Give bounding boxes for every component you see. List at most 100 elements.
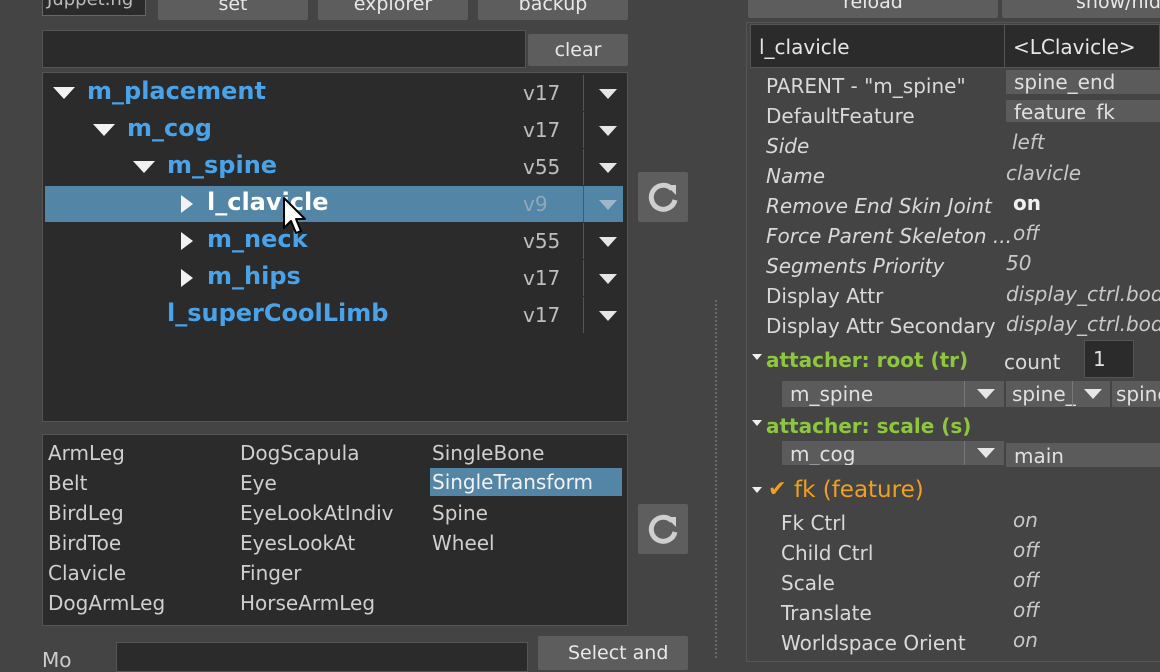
expand-icon[interactable] [93, 124, 115, 136]
component-tree: m_placement v17 m_cog v17 m_spine v55 l_… [42, 72, 628, 422]
tree-row-label: m_hips [207, 262, 301, 290]
tree-row-label: l_clavicle [207, 188, 329, 216]
default-feature-label: DefaultFeature [766, 104, 915, 128]
row-menu-icon[interactable] [599, 126, 617, 136]
tree-row-m-cog[interactable]: m_cog v17 [45, 112, 623, 148]
type-item[interactable]: Clavicle [48, 561, 126, 585]
component-type: <LClavicle> [1013, 35, 1136, 59]
set-button[interactable]: set [158, 0, 308, 20]
collapsed-icon[interactable] [181, 232, 193, 250]
feature-attr-value[interactable]: on [1013, 508, 1038, 532]
feature-title: fk (feature) [794, 477, 924, 503]
attacher-scale-combo[interactable]: m_cog [782, 441, 1004, 465]
backup-button[interactable]: backup [478, 0, 628, 20]
feature-attr-value[interactable]: on [1013, 628, 1038, 652]
attr-value-remove-end-skin-joint[interactable]: on [1013, 191, 1041, 215]
filter-input[interactable] [42, 30, 526, 68]
tree-row-divider [583, 149, 584, 185]
select-and-button-label: Select and [568, 642, 669, 664]
row-menu-icon[interactable] [599, 163, 617, 173]
combo-divider [964, 441, 965, 465]
row-menu-icon[interactable] [599, 89, 617, 99]
type-item[interactable]: EyeLookAtIndiv [240, 501, 393, 525]
type-item[interactable]: Finger [240, 561, 302, 585]
explorer-button[interactable]: explorer [318, 0, 468, 20]
feature-attr-value[interactable]: off [1013, 598, 1040, 622]
default-feature-field[interactable]: feature_fk [1006, 100, 1160, 122]
row-menu-icon[interactable] [599, 311, 617, 321]
type-item[interactable]: HorseArmLeg [240, 591, 375, 615]
feature-attr-value[interactable]: off [1013, 568, 1040, 592]
feature-attr-value[interactable]: off [1013, 538, 1040, 562]
tree-row-version: v55 [523, 229, 561, 253]
module-input[interactable] [116, 642, 528, 672]
type-item[interactable]: DogScapula [240, 441, 359, 465]
combo-divider [964, 381, 965, 407]
reload-button-label: reload [843, 0, 903, 13]
default-feature-value: feature_fk [1014, 100, 1115, 122]
attr-label-side: Side [766, 134, 810, 158]
attr-value-force-parent-skeleton[interactable]: off [1013, 221, 1040, 245]
count-input[interactable]: 1 [1084, 340, 1134, 378]
row-menu-icon[interactable] [599, 237, 617, 247]
refresh-types-button[interactable] [638, 504, 688, 554]
type-item[interactable]: SingleBone [432, 441, 544, 465]
checkmark-icon[interactable]: ✔ [768, 477, 786, 502]
parent-field[interactable]: spine_end [1006, 70, 1160, 94]
attacher-root-combo-2[interactable]: spine_ [1006, 381, 1110, 407]
attacher-root-title: attacher: root (tr) [766, 348, 969, 372]
attacher-root-combo[interactable]: m_spine [782, 381, 1004, 407]
expand-icon[interactable] [133, 161, 155, 173]
tree-row-label: m_placement [87, 77, 266, 105]
type-item[interactable]: DogArmLeg [48, 591, 165, 615]
type-item[interactable]: BirdLeg [48, 501, 124, 525]
tree-row-version: v55 [523, 155, 561, 179]
collapse-section-icon[interactable] [752, 420, 762, 426]
tree-row-m-neck[interactable]: m_neck v55 [45, 223, 623, 259]
attacher-root-combo-3[interactable]: spine [1112, 381, 1160, 407]
header-divider [1004, 25, 1005, 67]
set-button-label: set [218, 0, 248, 15]
type-item[interactable]: Belt [48, 471, 87, 495]
attr-value-name[interactable]: clavicle [1006, 161, 1081, 185]
refresh-icon [648, 182, 678, 212]
clear-button[interactable]: clear [528, 34, 628, 66]
tree-row-m-placement[interactable]: m_placement v17 [45, 75, 623, 111]
row-menu-icon[interactable] [599, 200, 617, 210]
collapsed-icon[interactable] [181, 269, 193, 287]
chevron-down-icon [977, 389, 995, 399]
display-attr-value[interactable]: display_ctrl.body [1006, 282, 1160, 306]
type-item[interactable]: BirdToe [48, 531, 121, 555]
rig-file-text: Juppet.ng [47, 0, 133, 10]
row-menu-icon[interactable] [599, 274, 617, 284]
type-item-selected[interactable]: SingleTransform [430, 468, 622, 496]
display-attr-secondary-value[interactable]: display_ctrl.body [1006, 312, 1160, 336]
show-hide-button[interactable]: show/hid [1002, 0, 1160, 18]
attr-value-segments-priority[interactable]: 50 [1006, 251, 1031, 275]
collapsed-icon[interactable] [181, 195, 193, 213]
attacher-scale-combo-2[interactable]: main [1006, 443, 1160, 467]
feature-attr-label: Translate [781, 601, 872, 625]
refresh-tree-button[interactable] [638, 172, 688, 222]
tree-row-m-spine[interactable]: m_spine v55 [45, 149, 623, 185]
tree-row-l-clavicle[interactable]: l_clavicle v9 [45, 186, 623, 222]
collapse-section-icon[interactable] [752, 487, 762, 493]
type-item[interactable]: Eye [240, 471, 277, 495]
tree-row-label: m_cog [127, 114, 212, 142]
expand-icon[interactable] [53, 87, 75, 99]
panel-splitter[interactable] [715, 300, 717, 658]
reload-button[interactable]: reload [748, 0, 998, 18]
select-and-button[interactable]: Select and [538, 636, 688, 670]
type-item[interactable]: ArmLeg [48, 441, 125, 465]
type-item[interactable]: Wheel [432, 531, 495, 555]
type-item[interactable]: Spine [432, 501, 488, 525]
parent-label: PARENT - "m_spine" [766, 74, 966, 98]
tree-row-divider [583, 260, 584, 296]
tree-row-m-hips[interactable]: m_hips v17 [45, 260, 623, 296]
collapse-section-icon[interactable] [752, 354, 762, 360]
rig-file-field[interactable]: Juppet.ng [42, 0, 146, 16]
attr-value-side[interactable]: left [1012, 130, 1045, 154]
type-item[interactable]: EyesLookAt [240, 531, 355, 555]
tree-row-divider [583, 186, 584, 222]
tree-row-l-supercoollimb[interactable]: l_superCoolLimb v17 [45, 297, 623, 333]
